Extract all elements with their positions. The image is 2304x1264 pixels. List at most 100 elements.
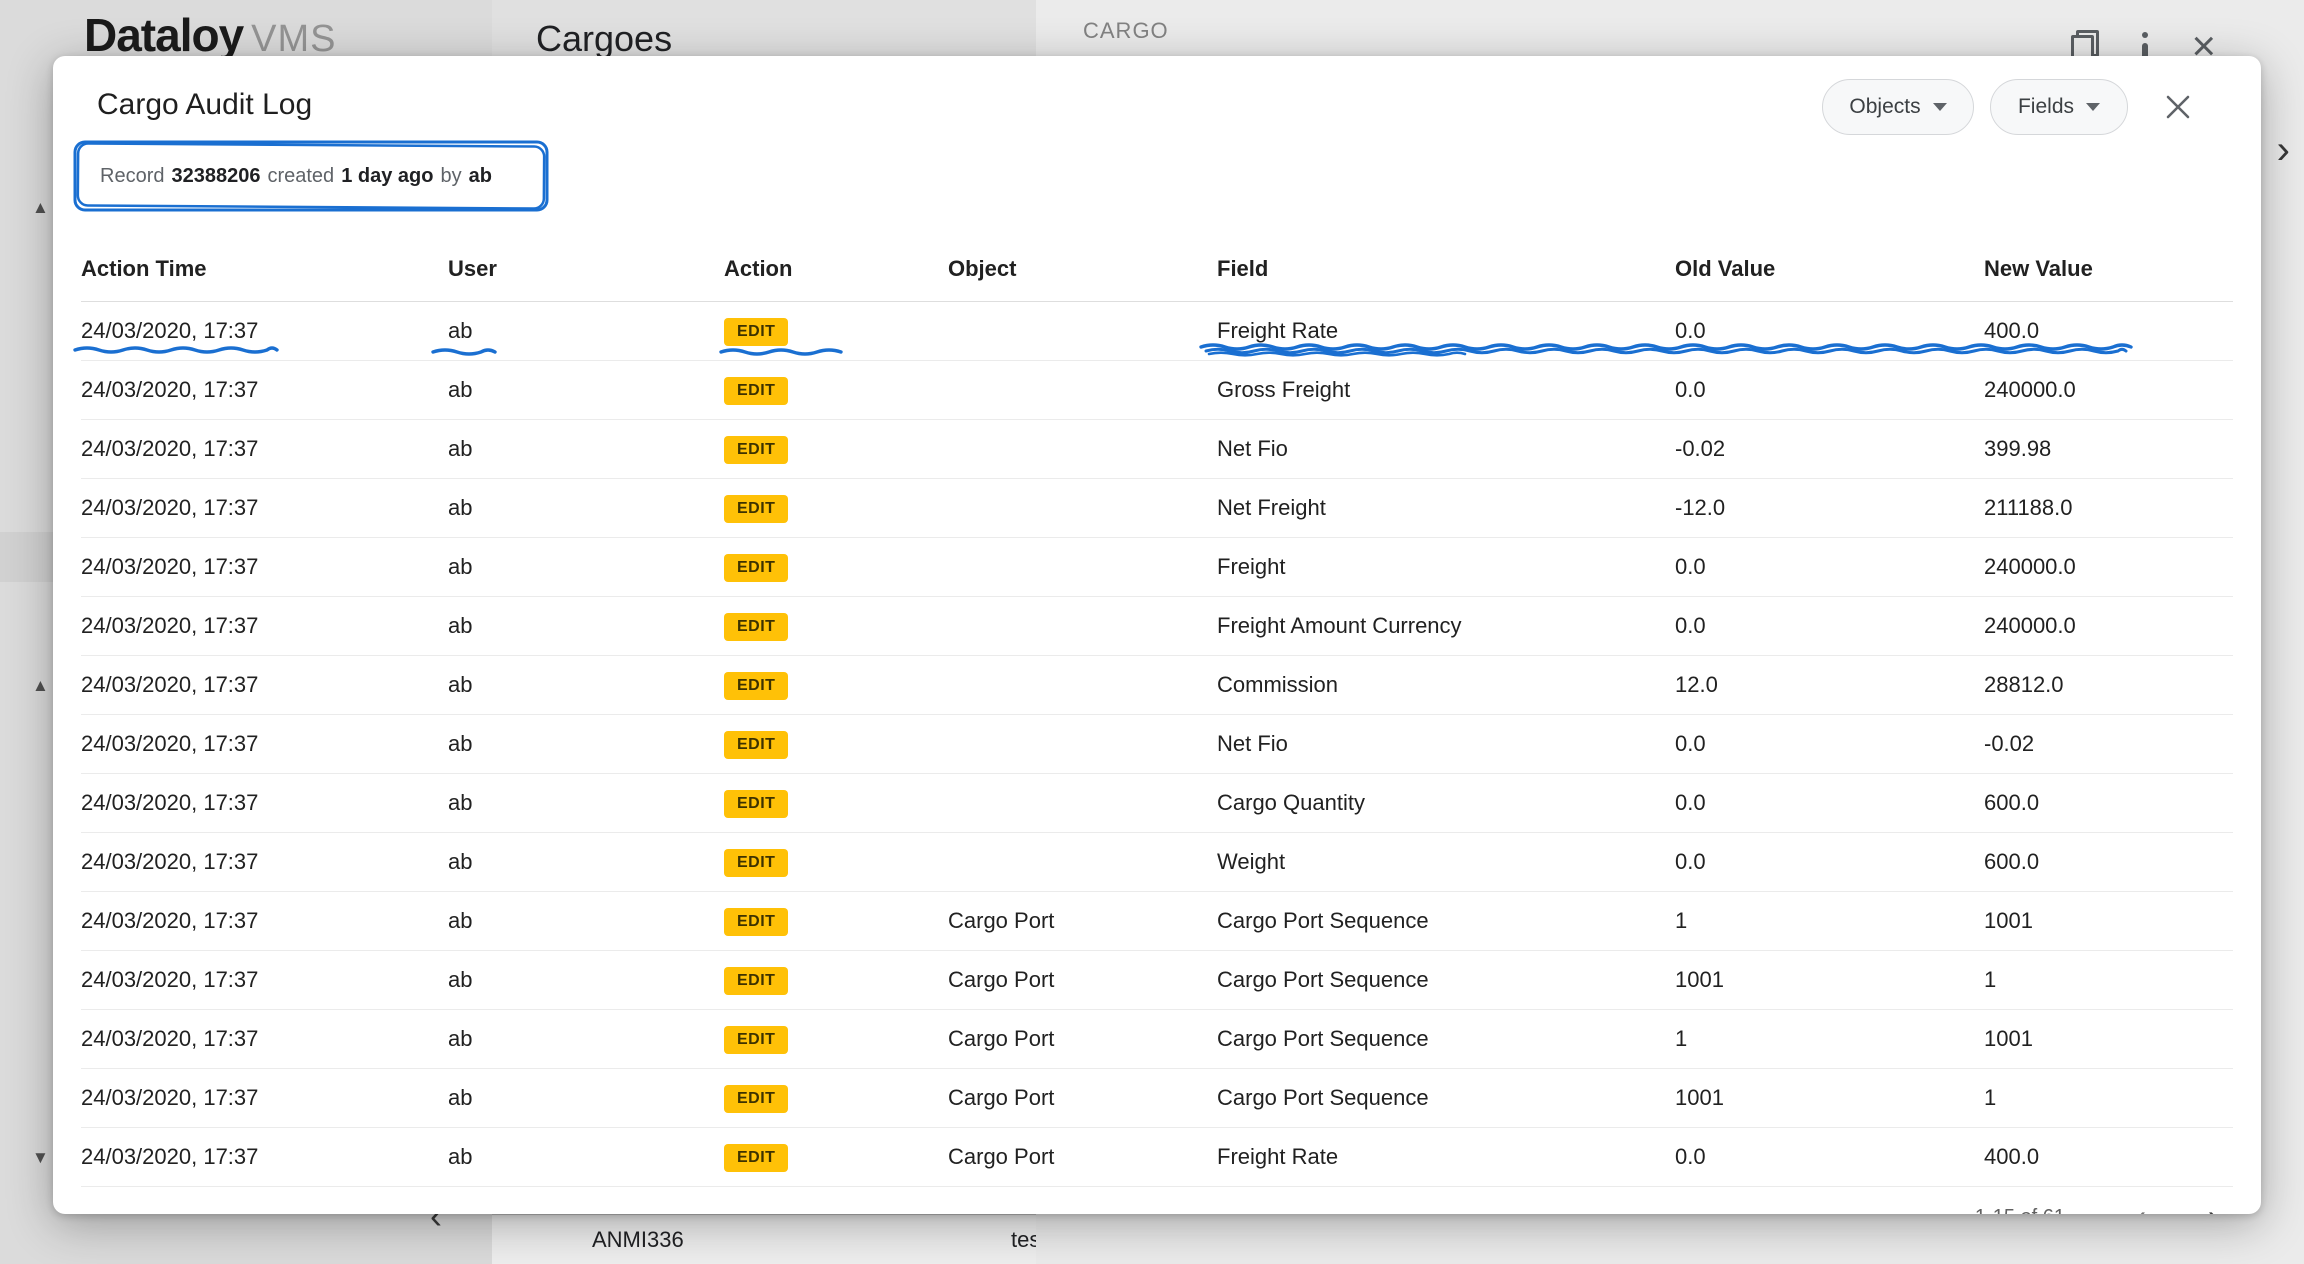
cell-object: Cargo Port <box>948 1026 1217 1052</box>
edit-action-badge: EDIT <box>724 1026 788 1054</box>
audit-log-row: 24/03/2020, 17:37 ab EDIT Freight Amount… <box>81 597 2233 656</box>
column-header-user: User <box>448 256 724 282</box>
cell-new-value: 28812.0 <box>1984 672 2233 698</box>
cell-field: Cargo Quantity <box>1217 790 1675 816</box>
fields-filter-button[interactable]: Fields <box>1990 79 2128 135</box>
cell-field: Net Fio <box>1217 436 1675 462</box>
objects-filter-button[interactable]: Objects <box>1822 79 1974 135</box>
cell-action-time: 24/03/2020, 17:37 <box>81 908 448 934</box>
cell-user: ab <box>448 731 724 757</box>
edit-action-badge: EDIT <box>724 1144 788 1172</box>
cell-new-value: 400.0 <box>1984 1144 2233 1170</box>
chevron-down-icon <box>1933 103 1947 111</box>
cell-field: Net Fio <box>1217 731 1675 757</box>
record-id: 32388206 <box>171 165 260 188</box>
record-user: ab <box>469 165 492 188</box>
edit-action-badge: EDIT <box>724 318 788 346</box>
pagination-label: 1-15 of 61 <box>1975 1206 2065 1215</box>
cell-field: Gross Freight <box>1217 377 1675 403</box>
cell-action-time: 24/03/2020, 17:37 <box>81 731 448 757</box>
cell-action-time: 24/03/2020, 17:37 <box>81 613 448 639</box>
column-header-new-value: New Value <box>1984 256 2233 282</box>
cell-new-value: 1 <box>1984 1085 2233 1111</box>
cell-new-value: -0.02 <box>1984 731 2233 757</box>
cell-old-value: -0.02 <box>1675 436 1984 462</box>
cell-action: EDIT <box>724 1083 948 1113</box>
cell-action: EDIT <box>724 847 948 877</box>
cell-action: EDIT <box>724 1142 948 1172</box>
cell-field: Freight <box>1217 554 1675 580</box>
cell-new-value: 211188.0 <box>1984 495 2233 521</box>
audit-log-row: 24/03/2020, 17:37 ab EDIT Commission 12.… <box>81 656 2233 715</box>
cell-field: Freight Rate <box>1217 1144 1675 1170</box>
cell-action: EDIT <box>724 493 948 523</box>
cell-action-time: 24/03/2020, 17:37 <box>81 790 448 816</box>
edit-action-badge: EDIT <box>724 790 788 818</box>
cell-action: EDIT <box>724 906 948 936</box>
record-time-ago: 1 day ago <box>341 165 433 188</box>
cell-action-time: 24/03/2020, 17:37 <box>81 318 448 344</box>
audit-log-row: 24/03/2020, 17:37 ab EDIT Cargo Quantity… <box>81 774 2233 833</box>
record-info-banner: Record 32388206 created 1 day ago by ab <box>78 143 545 210</box>
fields-button-label: Fields <box>2018 95 2074 119</box>
cell-user: ab <box>448 613 724 639</box>
modal-title: Cargo Audit Log <box>97 88 312 122</box>
cell-object: Cargo Port <box>948 908 1217 934</box>
table-header-row: Action Time User Action Object Field Old… <box>81 236 2233 302</box>
cell-old-value: 1001 <box>1675 1085 1984 1111</box>
cell-field: Freight Rate <box>1217 318 1675 344</box>
audit-log-row: 24/03/2020, 17:37 ab EDIT Freight Rate 0… <box>81 302 2233 361</box>
edit-action-badge: EDIT <box>724 849 788 877</box>
edit-action-badge: EDIT <box>724 672 788 700</box>
cell-new-value: 399.98 <box>1984 436 2233 462</box>
column-header-action-time: Action Time <box>81 256 448 282</box>
cell-user: ab <box>448 436 724 462</box>
cell-field: Cargo Port Sequence <box>1217 1085 1675 1111</box>
record-created-word: created <box>267 165 334 188</box>
cell-old-value: -12.0 <box>1675 495 1984 521</box>
cell-field: Freight Amount Currency <box>1217 613 1675 639</box>
column-header-field: Field <box>1217 256 1675 282</box>
cell-old-value: 0.0 <box>1675 790 1984 816</box>
cell-old-value: 1001 <box>1675 967 1984 993</box>
cell-action: EDIT <box>724 788 948 818</box>
cell-user: ab <box>448 1144 724 1170</box>
cell-user: ab <box>448 1026 724 1052</box>
edit-action-badge: EDIT <box>724 436 788 464</box>
cell-new-value: 240000.0 <box>1984 377 2233 403</box>
audit-log-row: 24/03/2020, 17:37 ab EDIT Cargo Port Fre… <box>81 1128 2233 1187</box>
audit-log-row: 24/03/2020, 17:37 ab EDIT Cargo Port Car… <box>81 1069 2233 1128</box>
cell-action: EDIT <box>724 729 948 759</box>
cell-old-value: 0.0 <box>1675 849 1984 875</box>
next-page-button[interactable]: › <box>2193 1202 2233 1214</box>
cell-action: EDIT <box>724 552 948 582</box>
audit-log-row: 24/03/2020, 17:37 ab EDIT Freight 0.0 24… <box>81 538 2233 597</box>
cell-field: Cargo Port Sequence <box>1217 908 1675 934</box>
edit-action-badge: EDIT <box>724 554 788 582</box>
cell-old-value: 0.0 <box>1675 377 1984 403</box>
cell-action: EDIT <box>724 611 948 641</box>
column-header-object: Object <box>948 256 1217 282</box>
cell-user: ab <box>448 908 724 934</box>
cell-action-time: 24/03/2020, 17:37 <box>81 1144 448 1170</box>
cell-action: EDIT <box>724 670 948 700</box>
cell-user: ab <box>448 672 724 698</box>
cell-old-value: 12.0 <box>1675 672 1984 698</box>
cell-object: Cargo Port <box>948 1144 1217 1170</box>
previous-page-button[interactable]: ‹ <box>2121 1202 2161 1214</box>
cell-action-time: 24/03/2020, 17:37 <box>81 1026 448 1052</box>
close-icon <box>2164 93 2192 121</box>
close-modal-button[interactable] <box>2154 83 2202 131</box>
cell-user: ab <box>448 849 724 875</box>
cell-object: Cargo Port <box>948 967 1217 993</box>
audit-log-row: 24/03/2020, 17:37 ab EDIT Gross Freight … <box>81 361 2233 420</box>
cell-action-time: 24/03/2020, 17:37 <box>81 377 448 403</box>
cell-new-value: 1001 <box>1984 908 2233 934</box>
cell-new-value: 600.0 <box>1984 790 2233 816</box>
cell-user: ab <box>448 554 724 580</box>
cell-field: Cargo Port Sequence <box>1217 967 1675 993</box>
cell-action: EDIT <box>724 965 948 995</box>
cell-action: EDIT <box>724 434 948 464</box>
audit-log-row: 24/03/2020, 17:37 ab EDIT Cargo Port Car… <box>81 892 2233 951</box>
chevron-down-icon <box>2086 103 2100 111</box>
